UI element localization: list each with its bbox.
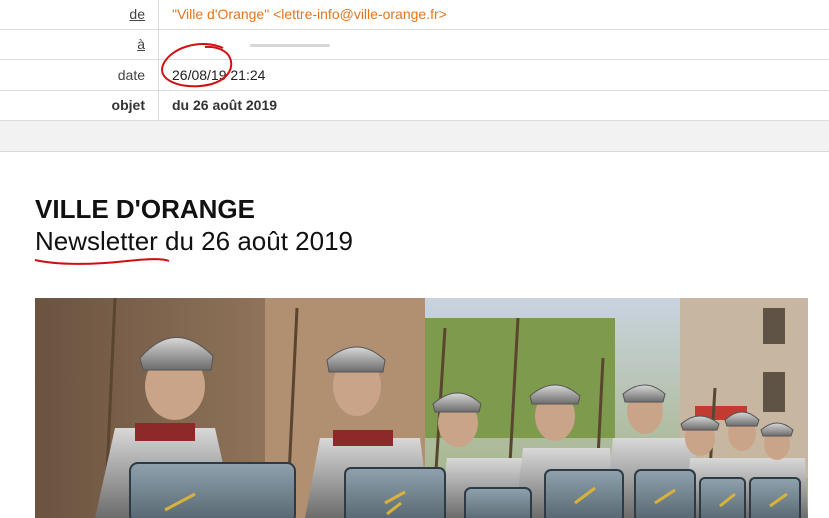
annotation-underline — [34, 258, 170, 265]
date-label: date — [117, 67, 145, 83]
header-row-subject: objet du 26 août 2019 — [0, 91, 829, 121]
redacted-recipient — [250, 44, 330, 47]
from-label[interactable]: de — [0, 6, 145, 22]
header-row-to: à — [0, 30, 829, 60]
newsletter-brand: VILLE D'ORANGE — [35, 194, 255, 224]
email-header: de "Ville d'Orange" <lettre-info@ville-o… — [0, 0, 829, 121]
roman-legionaries-photo — [35, 298, 808, 518]
to-label[interactable]: à — [0, 36, 145, 52]
from-value[interactable]: "Ville d'Orange" <lettre-info@ville-oran… — [172, 6, 447, 22]
separator-band — [0, 121, 829, 152]
newsletter-title: Newsletter du 26 août 2019 — [35, 226, 353, 256]
subject-label: objet — [111, 97, 145, 113]
annotation-circle — [161, 43, 233, 88]
header-row-from: de "Ville d'Orange" <lettre-info@ville-o… — [0, 0, 829, 30]
header-row-date: date 26/08/19 21:24 — [0, 60, 829, 91]
subject-value: du 26 août 2019 — [172, 97, 278, 113]
